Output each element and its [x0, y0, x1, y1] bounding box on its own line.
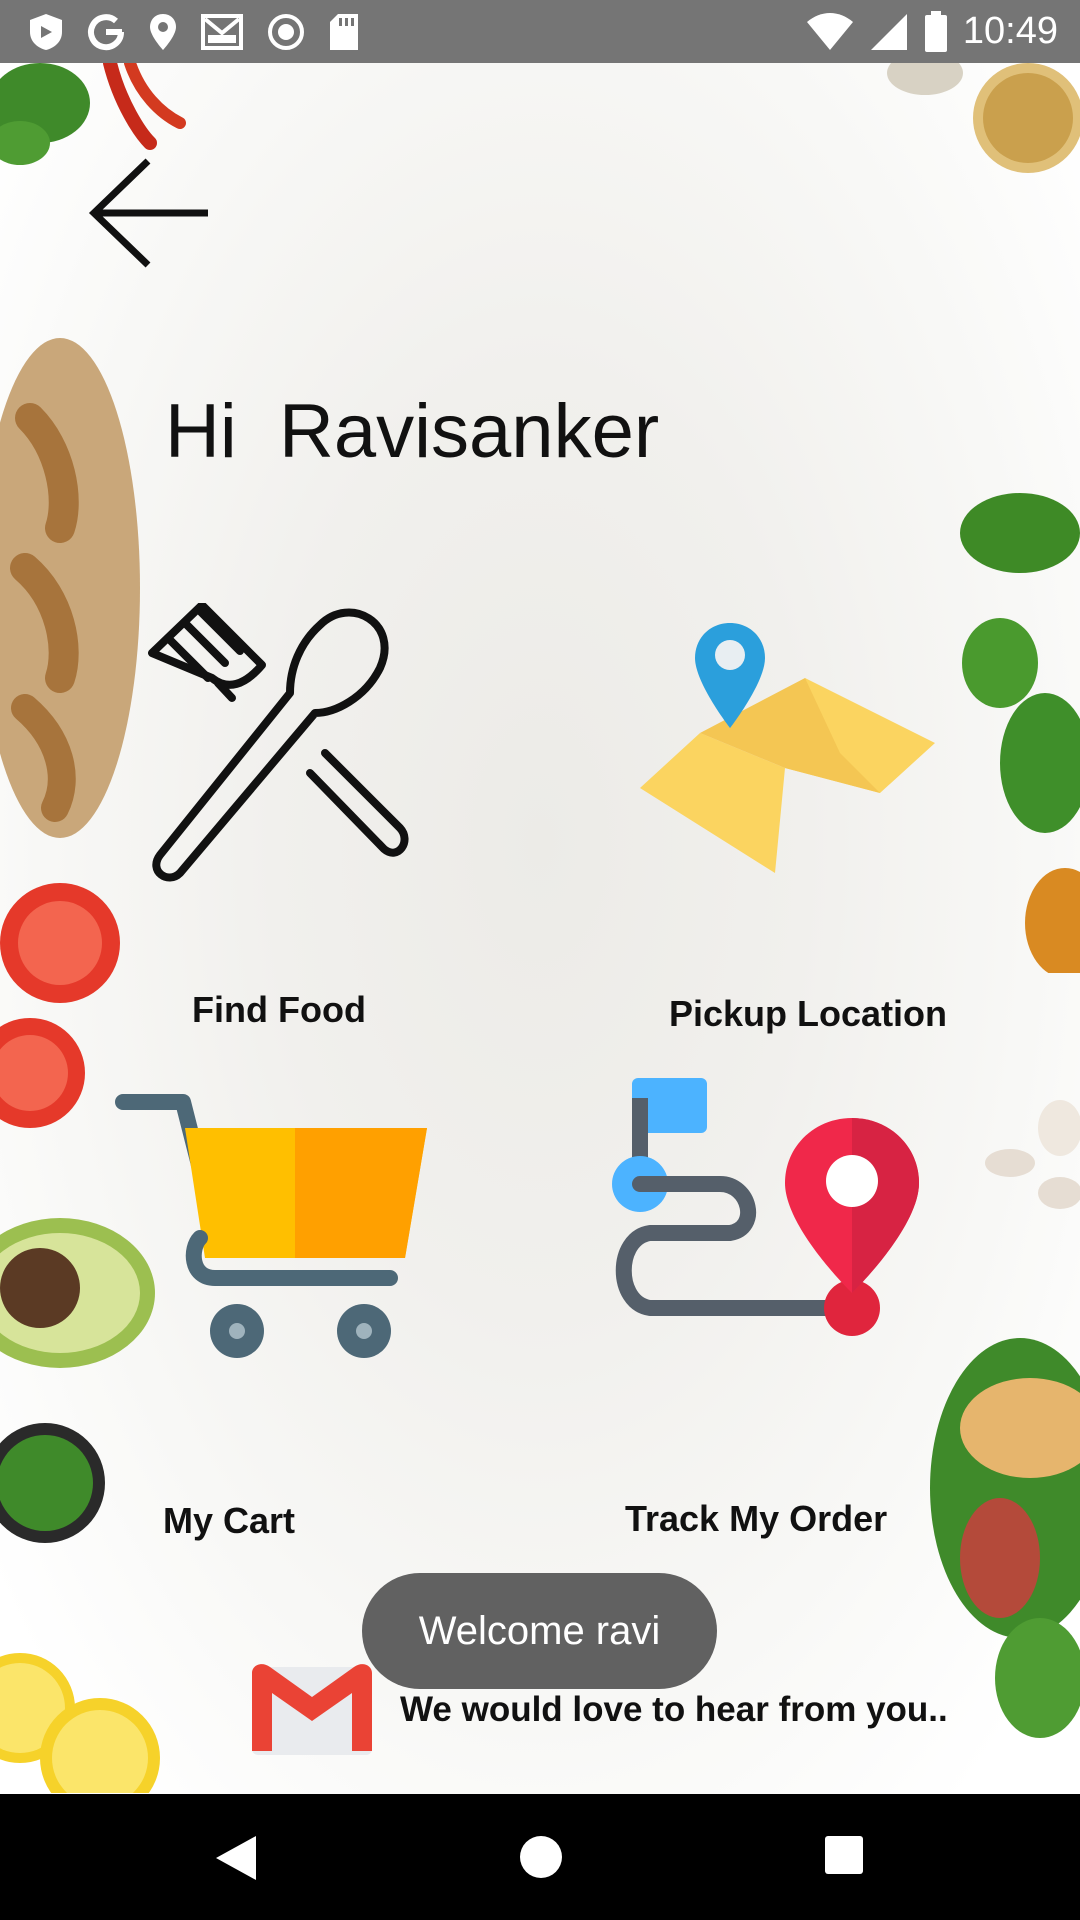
recents-square-icon[interactable]	[823, 1834, 865, 1876]
pickup-location-button[interactable]: Pickup Location	[640, 623, 970, 1043]
location-pin-icon	[150, 13, 176, 50]
sd-card-icon	[330, 13, 358, 50]
bread-decoration	[0, 338, 140, 838]
wifi-icon	[806, 12, 853, 50]
my-cart-button[interactable]: My Cart	[115, 1088, 445, 1548]
fork-spoon-icon	[148, 603, 409, 882]
home-screen: Hi Ravisanker Find Food Pickup Location	[0, 63, 1080, 1794]
arrow-left-icon[interactable]	[88, 153, 218, 273]
battery-icon	[924, 10, 947, 52]
navigation-bar	[0, 1794, 1080, 1920]
track-order-button[interactable]: Track My Order	[610, 1078, 940, 1548]
signal-icon	[870, 13, 907, 50]
status-bar: 10:49	[0, 0, 1080, 63]
garlic-decoration	[985, 1100, 1080, 1209]
home-circle-icon[interactable]	[518, 1834, 564, 1880]
status-time: 10:49	[962, 10, 1058, 52]
google-icon	[88, 13, 125, 50]
tomato-decoration	[0, 883, 120, 1128]
chickpeas-bowl-decoration	[887, 63, 1080, 173]
welcome-toast: Welcome ravi	[362, 1573, 717, 1689]
greeting-title: Hi Ravisanker	[165, 389, 660, 474]
feedback-label: We would love to hear from you..	[400, 1690, 948, 1729]
track-order-label: Track My Order	[625, 1498, 888, 1539]
status-bar-system: 10:49	[805, 10, 1080, 53]
pickup-location-label: Pickup Location	[669, 993, 948, 1034]
lemon-decoration	[0, 1653, 160, 1793]
gmail-icon	[252, 1664, 372, 1755]
record-icon	[268, 13, 304, 50]
back-triangle-icon[interactable]	[212, 1834, 258, 1882]
find-food-label: Find Food	[192, 989, 366, 1030]
gmail-icon	[201, 13, 243, 50]
route-icon	[612, 1078, 919, 1336]
shield-icon	[30, 13, 62, 50]
my-cart-label: My Cart	[163, 1500, 296, 1541]
status-bar-notifications	[0, 12, 360, 52]
map-pin-icon	[640, 623, 935, 873]
find-food-button[interactable]: Find Food	[140, 603, 440, 1030]
shopping-cart-icon	[115, 1094, 427, 1358]
